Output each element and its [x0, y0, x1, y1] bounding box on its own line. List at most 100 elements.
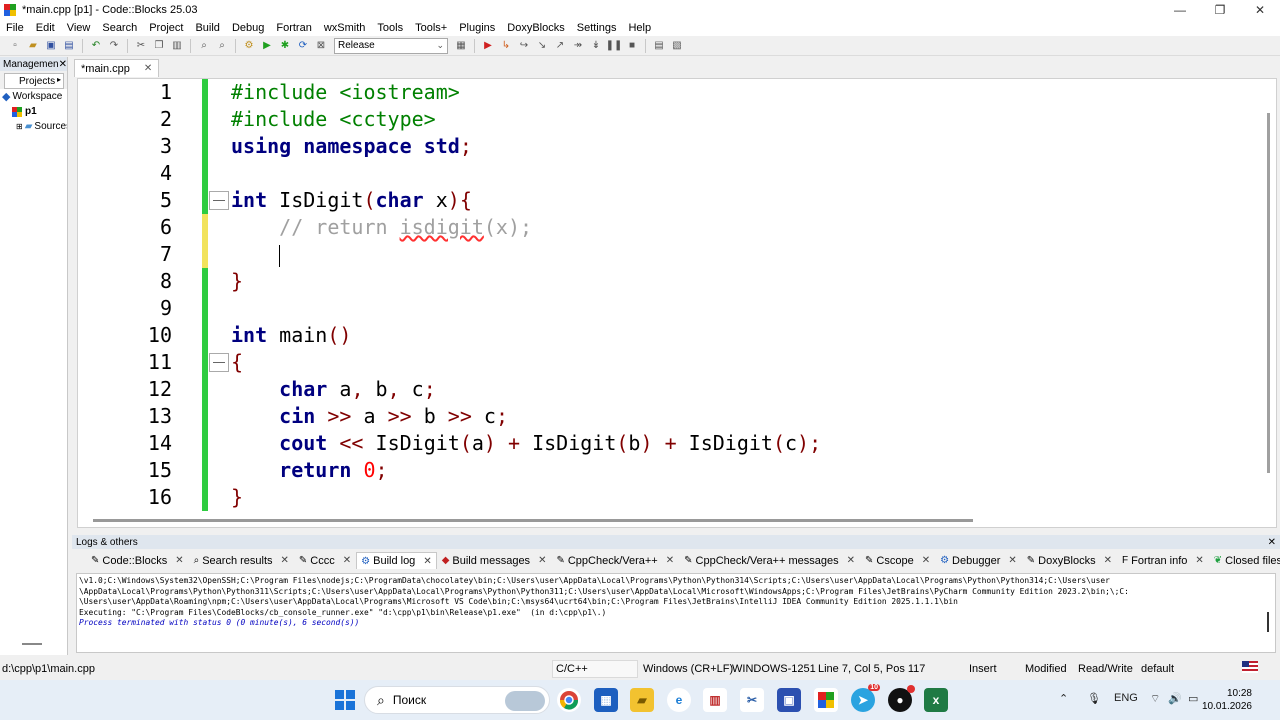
- menu-wxsmith[interactable]: wxSmith: [318, 22, 372, 34]
- battery-icon[interactable]: ▭: [1188, 692, 1198, 705]
- new-file-icon[interactable]: ▫: [7, 38, 23, 54]
- tab-arrow-icon[interactable]: ▸: [57, 75, 61, 84]
- cut-icon[interactable]: ✂: [133, 38, 149, 54]
- log-tab[interactable]: ⚙ Debugger ✕: [935, 552, 1022, 569]
- log-tab[interactable]: ✎ Cscope ✕: [860, 552, 935, 569]
- restore-button[interactable]: ❐: [1200, 0, 1240, 20]
- step-into-icon[interactable]: ↘: [534, 38, 550, 54]
- log-tab[interactable]: ✎ CppCheck/Vera++ ✕: [551, 552, 679, 569]
- close-icon[interactable]: ✕: [1008, 555, 1016, 566]
- step-out-icon[interactable]: ↗: [552, 38, 568, 54]
- menu-file[interactable]: File: [0, 22, 30, 34]
- rebuild-icon[interactable]: ⟳: [295, 38, 311, 54]
- close-icon[interactable]: ✕: [423, 556, 431, 567]
- start-button[interactable]: [333, 688, 357, 712]
- obs-icon[interactable]: ●: [888, 685, 915, 712]
- code-line[interactable]: 7: [78, 241, 1258, 268]
- menu-plugins[interactable]: Plugins: [453, 22, 501, 34]
- menu-project[interactable]: Project: [143, 22, 189, 34]
- code-line[interactable]: 16}: [78, 484, 1258, 511]
- save-app-icon[interactable]: ▣: [777, 688, 801, 712]
- code-line[interactable]: 3 using namespace std;: [78, 133, 1258, 160]
- telegram-icon[interactable]: ➤ 10: [851, 684, 880, 712]
- menu-search[interactable]: Search: [96, 22, 143, 34]
- log-tab[interactable]: ⌕ Search results ✕: [189, 552, 294, 569]
- calendar-app-icon[interactable]: ▥: [703, 688, 727, 712]
- log-tab[interactable]: ✎ DoxyBlocks ✕: [1022, 552, 1117, 569]
- logs-close-icon[interactable]: ✕: [1268, 537, 1276, 548]
- run-icon[interactable]: ▶: [259, 38, 275, 54]
- code-line[interactable]: 9: [78, 295, 1258, 322]
- edge-icon[interactable]: e: [667, 688, 691, 712]
- close-button[interactable]: ✕: [1240, 0, 1280, 20]
- file-explorer-icon[interactable]: ▰: [630, 688, 654, 712]
- tray-expand-icon[interactable]: ⌃: [1059, 692, 1068, 705]
- abort-icon[interactable]: ⊠: [313, 38, 329, 54]
- log-tab[interactable]: ⚙ Build log ✕: [356, 552, 437, 569]
- microphone-icon[interactable]: 🎙: [1087, 692, 1101, 705]
- code-line[interactable]: 14 cout << IsDigit(a) + IsDigit(b) + IsD…: [78, 430, 1258, 457]
- close-icon[interactable]: ✕: [343, 555, 351, 566]
- find-icon[interactable]: ⌕: [196, 38, 212, 54]
- log-tab[interactable]: ✎ Cccc ✕: [294, 552, 356, 569]
- tree-item-project[interactable]: p1: [0, 104, 67, 119]
- tab-close-icon[interactable]: ✕: [144, 63, 152, 74]
- code-line[interactable]: 15 return 0;: [78, 457, 1258, 484]
- build-log-output[interactable]: \v1.0;C:\Windows\System32\OpenSSH;C:\Pro…: [76, 573, 1276, 653]
- minimize-button[interactable]: —: [1160, 0, 1200, 20]
- input-language[interactable]: ENG: [1114, 692, 1138, 704]
- vertical-scrollbar[interactable]: [1267, 612, 1269, 632]
- build-target-select[interactable]: Release ⌄: [334, 37, 448, 54]
- tab-main-cpp[interactable]: *main.cpp ✕: [74, 59, 160, 77]
- code-line[interactable]: 2 #include <cctype>: [78, 106, 1258, 133]
- log-tab[interactable]: ✎ CppCheck/Vera++ messages ✕: [679, 552, 860, 569]
- replace-icon[interactable]: ⌕: [214, 38, 230, 54]
- expand-icon[interactable]: ⊞: [16, 122, 23, 131]
- fold-toggle-icon[interactable]: [209, 191, 229, 210]
- next-line-icon[interactable]: ↪: [516, 38, 532, 54]
- tree-item-workspace[interactable]: ◆ Workspace: [0, 89, 67, 104]
- management-close-icon[interactable]: ✕: [59, 59, 67, 70]
- menu-doxyblocks[interactable]: DoxyBlocks: [501, 22, 570, 34]
- close-icon[interactable]: ✕: [847, 555, 855, 566]
- store-icon[interactable]: ▦: [594, 688, 618, 712]
- taskbar-clock[interactable]: 10:28 10.01.2026: [1202, 687, 1252, 713]
- menu-settings[interactable]: Settings: [571, 22, 623, 34]
- codeblocks-taskbar-icon[interactable]: [814, 688, 838, 712]
- next-instruction-icon[interactable]: ↠: [570, 38, 586, 54]
- stop-debugger-icon[interactable]: ■: [624, 38, 640, 54]
- step-into-instruction-icon[interactable]: ↡: [588, 38, 604, 54]
- horizontal-scrollbar[interactable]: [22, 643, 42, 645]
- paste-icon[interactable]: ▥: [169, 38, 185, 54]
- menu-fortran[interactable]: Fortran: [270, 22, 317, 34]
- tree-item-sources[interactable]: ⊞ ▰ Sources: [0, 119, 67, 134]
- close-icon[interactable]: ✕: [666, 555, 674, 566]
- menu-build[interactable]: Build: [189, 22, 225, 34]
- menu-view[interactable]: View: [61, 22, 97, 34]
- close-icon[interactable]: ✕: [922, 555, 930, 566]
- code-line[interactable]: 5 int IsDigit(char x){: [78, 187, 1258, 214]
- horizontal-scrollbar[interactable]: [93, 519, 973, 522]
- various-info-icon[interactable]: ▧: [669, 38, 685, 54]
- close-icon[interactable]: ✕: [175, 555, 183, 566]
- code-line[interactable]: 11 {: [78, 349, 1258, 376]
- log-tab[interactable]: ◆ Build messages ✕: [437, 552, 552, 569]
- break-debugger-icon[interactable]: ❚❚: [606, 38, 623, 54]
- volume-icon[interactable]: 🔊: [1168, 692, 1182, 705]
- chrome-icon[interactable]: [557, 688, 581, 712]
- menu-help[interactable]: Help: [622, 22, 657, 34]
- log-tab[interactable]: ❦Closed files list✕: [1209, 552, 1280, 569]
- debugging-windows-icon[interactable]: ▤: [651, 38, 667, 54]
- code-editor[interactable]: 1 #include <iostream> 2 #include <cctype> 3 u…: [77, 78, 1277, 528]
- show-target-dialog-icon[interactable]: ▦: [453, 38, 469, 54]
- code-line[interactable]: 12 char a, b, c;: [78, 376, 1258, 403]
- close-icon[interactable]: ✕: [281, 555, 289, 566]
- code-line[interactable]: 8}: [78, 268, 1258, 295]
- close-icon[interactable]: ✕: [1195, 555, 1203, 566]
- save-icon[interactable]: ▣: [43, 38, 59, 54]
- menu-edit[interactable]: Edit: [30, 22, 61, 34]
- redo-icon[interactable]: ↷: [106, 38, 122, 54]
- code-line[interactable]: 13 cin >> a >> b >> c;: [78, 403, 1258, 430]
- build-run-icon[interactable]: ✱: [277, 38, 293, 54]
- tab-projects[interactable]: Projects ▸: [4, 73, 64, 89]
